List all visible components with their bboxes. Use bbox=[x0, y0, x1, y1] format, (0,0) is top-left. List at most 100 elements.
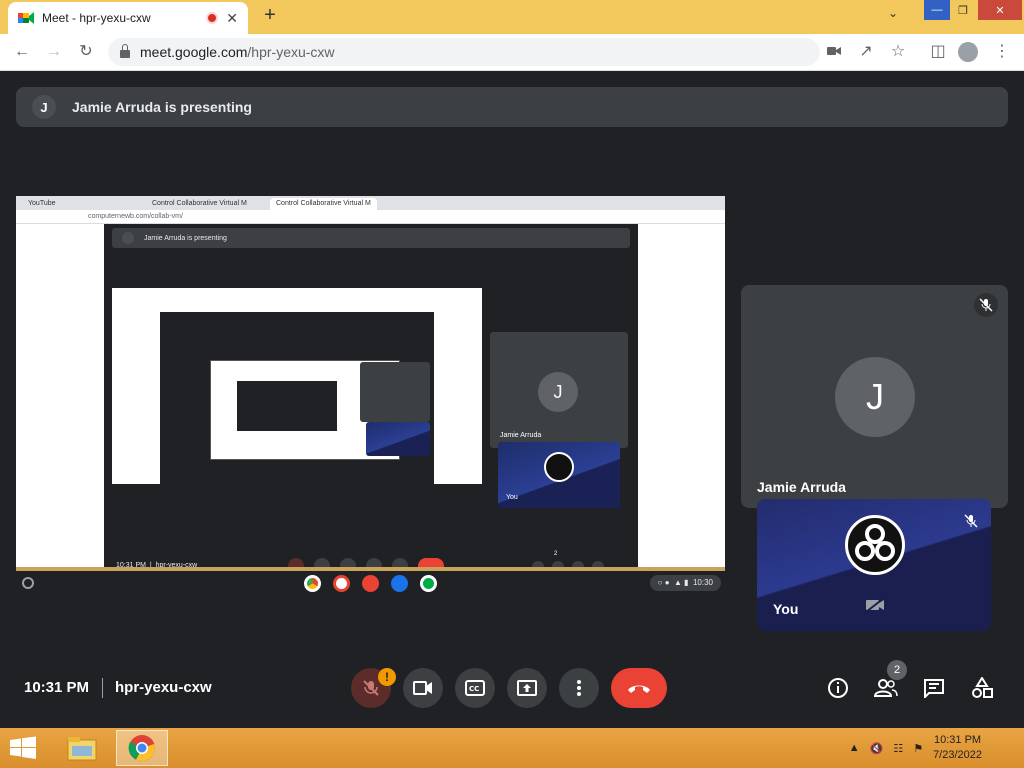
window-close-button[interactable]: ✕ bbox=[978, 0, 1022, 20]
address-bar[interactable]: meet.google.com/hpr-yexu-cxw bbox=[108, 38, 820, 66]
window-minimize-button[interactable]: — bbox=[924, 0, 950, 20]
more-options-button[interactable] bbox=[559, 668, 599, 708]
new-tab-button[interactable]: + bbox=[258, 4, 282, 28]
shared-tile-name: Jamie Arruda bbox=[500, 432, 542, 439]
participant-name: Jamie Arruda bbox=[757, 479, 846, 495]
recursive-screen bbox=[112, 288, 482, 484]
reload-icon[interactable]: ↻ bbox=[76, 42, 96, 62]
windows-start-icon[interactable] bbox=[8, 736, 38, 760]
bookmark-star-icon[interactable]: ☆ bbox=[888, 42, 908, 62]
present-screen-icon bbox=[517, 680, 537, 696]
show-hidden-icons-icon[interactable]: ▲ bbox=[849, 742, 860, 754]
shared-screen: YouTube Control Collaborative Virtual M … bbox=[16, 196, 725, 571]
chat-icon bbox=[924, 679, 944, 698]
leave-call-button[interactable] bbox=[611, 668, 667, 708]
system-tray: ▲ 🔇 ☷ ⚑ 10:31 PM 7/23/2022 bbox=[849, 728, 1024, 768]
meeting-code: hpr-yexu-cxw bbox=[115, 679, 212, 696]
camera-icon bbox=[413, 681, 432, 695]
url-path: /hpr-yexu-cxw bbox=[247, 44, 335, 60]
hang-up-icon bbox=[628, 685, 650, 693]
tab-close-icon[interactable]: ✕ bbox=[226, 10, 238, 27]
volume-muted-icon[interactable]: 🔇 bbox=[870, 742, 884, 755]
info-icon bbox=[828, 678, 848, 698]
file-explorer-taskbar-button[interactable] bbox=[56, 730, 108, 766]
chrome-app-icon bbox=[304, 575, 321, 592]
camera-permission-icon[interactable] bbox=[824, 42, 844, 62]
shared-tab-youtube: YouTube bbox=[28, 200, 56, 207]
mic-off-icon bbox=[974, 293, 998, 317]
meeting-clock: 10:31 PM bbox=[24, 679, 90, 696]
present-now-button[interactable] bbox=[507, 668, 547, 708]
mic-off-icon bbox=[363, 680, 379, 696]
shelf-apps bbox=[304, 575, 437, 592]
network-icon[interactable]: ☷ bbox=[893, 742, 903, 755]
svg-text:CC: CC bbox=[469, 685, 479, 693]
presenting-banner: J Jamie Arruda is presenting bbox=[16, 87, 1008, 127]
presenter-avatar: J bbox=[32, 95, 56, 119]
mic-warning-badge: ! bbox=[378, 668, 396, 686]
side-panel-icon[interactable]: ◫ bbox=[928, 42, 948, 62]
participant-avatar: J bbox=[835, 357, 915, 437]
shared-participants-badge: 2 bbox=[554, 551, 558, 557]
launcher-icon bbox=[22, 577, 34, 589]
camera-off-icon bbox=[865, 597, 885, 613]
activities-shapes-icon bbox=[972, 677, 993, 698]
participant-name: You bbox=[773, 601, 799, 617]
people-icon bbox=[874, 679, 898, 697]
youtube-app-icon bbox=[362, 575, 379, 592]
chrome-icon bbox=[128, 735, 155, 762]
profile-avatar-icon[interactable] bbox=[958, 42, 978, 62]
browser-tab-strip: Meet - hpr-yexu-cxw ✕ + ⌄ — ❐ ✕ bbox=[0, 0, 1024, 34]
chrome-taskbar-button[interactable] bbox=[116, 730, 168, 766]
shared-tile-you: You bbox=[498, 442, 620, 508]
tab-title: Meet - hpr-yexu-cxw bbox=[42, 11, 151, 25]
folder-icon bbox=[67, 737, 97, 761]
shared-tray-time: 10:30 bbox=[692, 578, 713, 587]
browser-menu-icon[interactable]: ⋮ bbox=[992, 42, 1012, 62]
shared-tray: ○ ● ▲ ▮ 10:30 bbox=[649, 575, 721, 591]
participants-count-badge: 2 bbox=[887, 660, 907, 680]
shared-banner-text: Jamie Arruda is presenting bbox=[144, 234, 227, 242]
taskbar-clock[interactable]: 10:31 PM 7/23/2022 bbox=[933, 733, 982, 763]
meeting-details-button[interactable] bbox=[826, 676, 850, 700]
files-app-icon bbox=[391, 575, 408, 592]
meet-logo-icon bbox=[18, 12, 34, 24]
shared-meet-page: Jamie Arruda is presenting J Jamie Arrud… bbox=[104, 224, 638, 571]
gmail-app-icon bbox=[333, 575, 350, 592]
participant-tile-jamie[interactable]: J Jamie Arruda bbox=[741, 285, 1008, 508]
action-center-icon[interactable]: ⚑ bbox=[913, 742, 923, 755]
mic-off-icon bbox=[959, 509, 983, 533]
shared-tab-collabvm-active: Control Collaborative Virtual M bbox=[270, 198, 377, 210]
camera-toggle-button[interactable] bbox=[403, 668, 443, 708]
more-vert-icon bbox=[577, 680, 581, 696]
shared-tile-jamie: J Jamie Arruda bbox=[490, 332, 628, 448]
back-arrow-icon[interactable]: ← bbox=[12, 42, 32, 62]
meeting-controls-bar: 10:31 PM hpr-yexu-cxw ! CC 2 bbox=[0, 660, 1024, 720]
share-icon[interactable]: ↗ bbox=[856, 42, 876, 62]
browser-toolbar: ← → ↻ meet.google.com/hpr-yexu-cxw ↗ ☆ ◫… bbox=[0, 34, 1024, 71]
window-maximize-button[interactable]: ❐ bbox=[950, 0, 976, 20]
tab-search-chevron-icon[interactable]: ⌄ bbox=[888, 6, 898, 20]
shared-tab-collabvm: Control Collaborative Virtual M bbox=[152, 200, 247, 207]
shared-you-label: You bbox=[506, 494, 518, 501]
participant-tile-you[interactable]: You bbox=[757, 499, 991, 631]
browser-tab-meet[interactable]: Meet - hpr-yexu-cxw ✕ bbox=[8, 2, 248, 34]
taskbar-date: 7/23/2022 bbox=[933, 749, 982, 761]
activities-button[interactable] bbox=[970, 676, 994, 700]
captions-button[interactable]: CC bbox=[455, 668, 495, 708]
captions-icon: CC bbox=[465, 680, 485, 696]
presenting-text: Jamie Arruda is presenting bbox=[72, 99, 252, 115]
forward-arrow-icon[interactable]: → bbox=[44, 42, 64, 62]
shared-url: computernewb.com/collab-vm/ bbox=[16, 210, 725, 224]
meet-app-icon bbox=[420, 575, 437, 592]
url-host: meet.google.com bbox=[140, 44, 248, 60]
shared-presenting-banner: Jamie Arruda is presenting bbox=[112, 228, 630, 248]
windows-taskbar: ▲ 🔇 ☷ ⚑ 10:31 PM 7/23/2022 bbox=[0, 728, 1024, 768]
shared-tab-strip: YouTube Control Collaborative Virtual M … bbox=[16, 196, 725, 210]
recording-indicator-icon bbox=[206, 12, 219, 24]
obs-logo-icon bbox=[845, 515, 905, 575]
shared-os-shelf: ○ ● ▲ ▮ 10:30 bbox=[16, 571, 725, 595]
lock-icon bbox=[120, 43, 130, 58]
divider bbox=[102, 678, 103, 698]
chat-button[interactable] bbox=[922, 676, 946, 700]
